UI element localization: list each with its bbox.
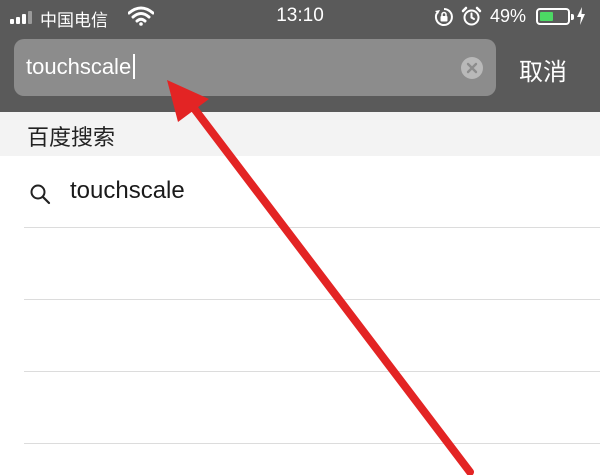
empty-list-row bbox=[24, 372, 600, 444]
section-header: 百度搜索 bbox=[0, 112, 600, 156]
battery-percent: 49% bbox=[490, 6, 527, 26]
battery-icon bbox=[536, 8, 574, 25]
search-icon bbox=[30, 184, 51, 205]
cancel-button[interactable]: 取消 bbox=[519, 52, 567, 87]
search-input-text[interactable]: touchscale bbox=[26, 54, 136, 80]
charging-bolt-icon bbox=[577, 7, 585, 25]
empty-list-row bbox=[24, 228, 600, 300]
empty-list-row bbox=[24, 300, 600, 372]
clear-icon bbox=[466, 62, 478, 74]
screen: 中国电信 13:10 49% touchscale 取消 百度搜索 touchs… bbox=[0, 0, 600, 475]
suggestion-label: touchscale bbox=[70, 177, 185, 204]
search-input[interactable]: touchscale bbox=[14, 39, 496, 96]
battery-level bbox=[540, 12, 554, 21]
header-bar: 中国电信 13:10 49% touchscale 取消 bbox=[0, 0, 600, 112]
suggestion-list: touchscale bbox=[0, 156, 600, 444]
suggestion-item[interactable]: touchscale bbox=[24, 156, 600, 228]
status-bar: 中国电信 13:10 49% bbox=[0, 0, 600, 34]
text-caret bbox=[133, 54, 136, 79]
rotation-lock-icon bbox=[434, 8, 453, 26]
alarm-icon bbox=[461, 6, 482, 26]
clear-search-button[interactable] bbox=[461, 57, 483, 79]
section-title: 百度搜索 bbox=[27, 126, 116, 151]
